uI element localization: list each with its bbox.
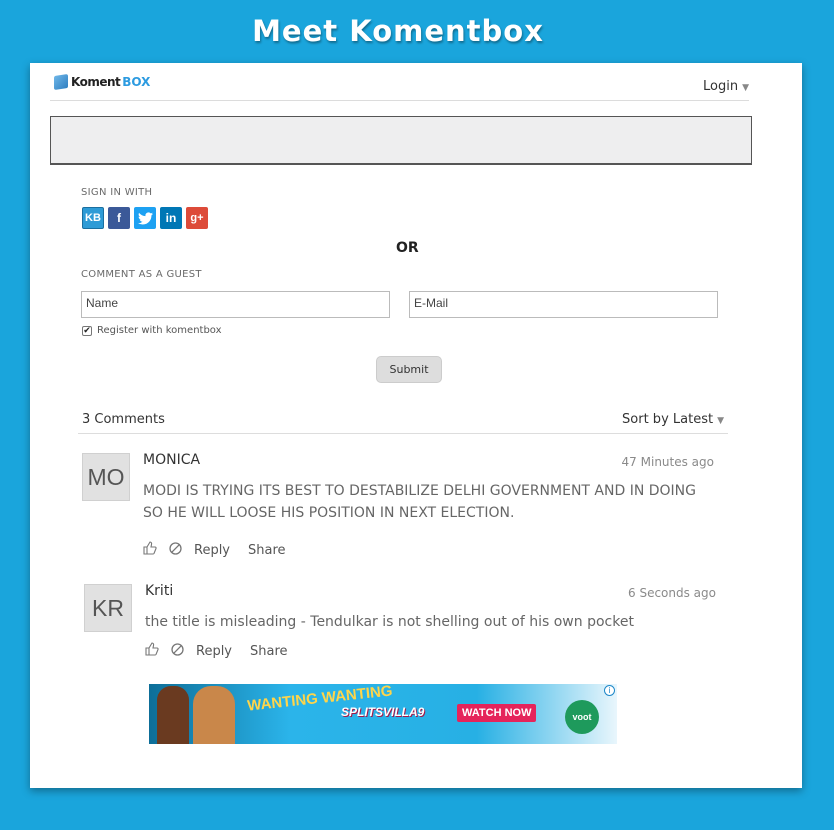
sign-in-label: SIGN IN WITH <box>81 187 153 198</box>
twitter-icon[interactable] <box>134 207 156 229</box>
avatar[interactable]: KR <box>84 584 132 632</box>
voot-logo: voot <box>565 700 599 734</box>
register-checkbox[interactable]: ✔ <box>82 325 92 336</box>
comments-toolbar: 3 Comments Sort by Latest ▼ <box>78 407 728 434</box>
comment-item: KR Kriti 6 Seconds ago the title is misl… <box>84 583 716 664</box>
comment-time: 6 Seconds ago <box>628 586 716 600</box>
share-link[interactable]: Share <box>248 543 286 558</box>
flag-icon[interactable] <box>171 642 184 660</box>
like-icon[interactable] <box>145 642 159 660</box>
comment-item: MO MONICA 47 Minutes ago MODI IS TRYING … <box>82 452 714 563</box>
reply-link[interactable]: Reply <box>196 644 232 659</box>
cube-icon <box>54 74 68 90</box>
register-label: Register with komentbox <box>97 325 222 336</box>
register-option[interactable]: ✔ Register with komentbox <box>82 325 222 336</box>
logo-text-koment: Koment <box>71 75 121 89</box>
ad-banner[interactable]: WANTING WANTING SPLITSVILLA9 WATCH NOW v… <box>149 684 617 744</box>
comment-actions: Reply Share <box>143 541 304 559</box>
or-divider: OR <box>396 240 419 256</box>
caret-down-icon: ▼ <box>742 83 749 93</box>
avatar[interactable]: MO <box>82 453 130 501</box>
komentbox-widget: Koment BOX Login ▼ SIGN IN WITH KB f in g… <box>30 63 802 788</box>
comment-actions: Reply Share <box>145 642 306 660</box>
page-heading: Meet Komentbox <box>252 14 544 48</box>
caret-down-icon: ▼ <box>717 416 724 426</box>
guest-label: COMMENT AS A GUEST <box>81 269 202 280</box>
like-icon[interactable] <box>143 541 157 559</box>
widget-header: Koment BOX Login ▼ <box>50 63 749 101</box>
social-login-buttons: KB f in g+ <box>82 207 208 229</box>
linkedin-icon[interactable]: in <box>160 207 182 229</box>
login-dropdown[interactable]: Login ▼ <box>703 79 749 94</box>
ad-show-title: SPLITSVILLA9 <box>341 705 425 719</box>
comment-author[interactable]: Kriti <box>145 583 173 599</box>
ad-info-icon[interactable]: i <box>604 685 615 696</box>
comment-textarea[interactable] <box>50 116 752 165</box>
flag-icon[interactable] <box>169 541 182 559</box>
facebook-icon[interactable]: f <box>108 207 130 229</box>
name-field[interactable]: Name <box>81 291 390 318</box>
logo-text-box: BOX <box>122 75 151 89</box>
reply-link[interactable]: Reply <box>194 543 230 558</box>
share-link[interactable]: Share <box>250 644 288 659</box>
comment-text: the title is misleading - Tendulkar is n… <box>145 614 634 630</box>
sort-dropdown[interactable]: Sort by Latest ▼ <box>622 412 724 427</box>
email-field[interactable]: E-Mail <box>409 291 718 318</box>
ad-watch-now-button[interactable]: WATCH NOW <box>457 704 537 722</box>
comment-text: MODI IS TRYING ITS BEST TO DESTABILIZE D… <box>143 483 696 521</box>
submit-button[interactable]: Submit <box>376 356 442 383</box>
comment-time: 47 Minutes ago <box>621 455 714 469</box>
login-label: Login <box>703 79 739 94</box>
google-plus-icon[interactable]: g+ <box>186 207 208 229</box>
comment-author[interactable]: MONICA <box>143 452 200 468</box>
ad-image-person <box>193 686 235 744</box>
komentbox-logo[interactable]: Koment BOX <box>54 74 151 90</box>
sort-label: Sort by Latest <box>622 412 714 427</box>
comment-count: 3 Comments <box>82 412 165 427</box>
komentbox-icon[interactable]: KB <box>82 207 104 229</box>
ad-image-person <box>157 686 189 744</box>
